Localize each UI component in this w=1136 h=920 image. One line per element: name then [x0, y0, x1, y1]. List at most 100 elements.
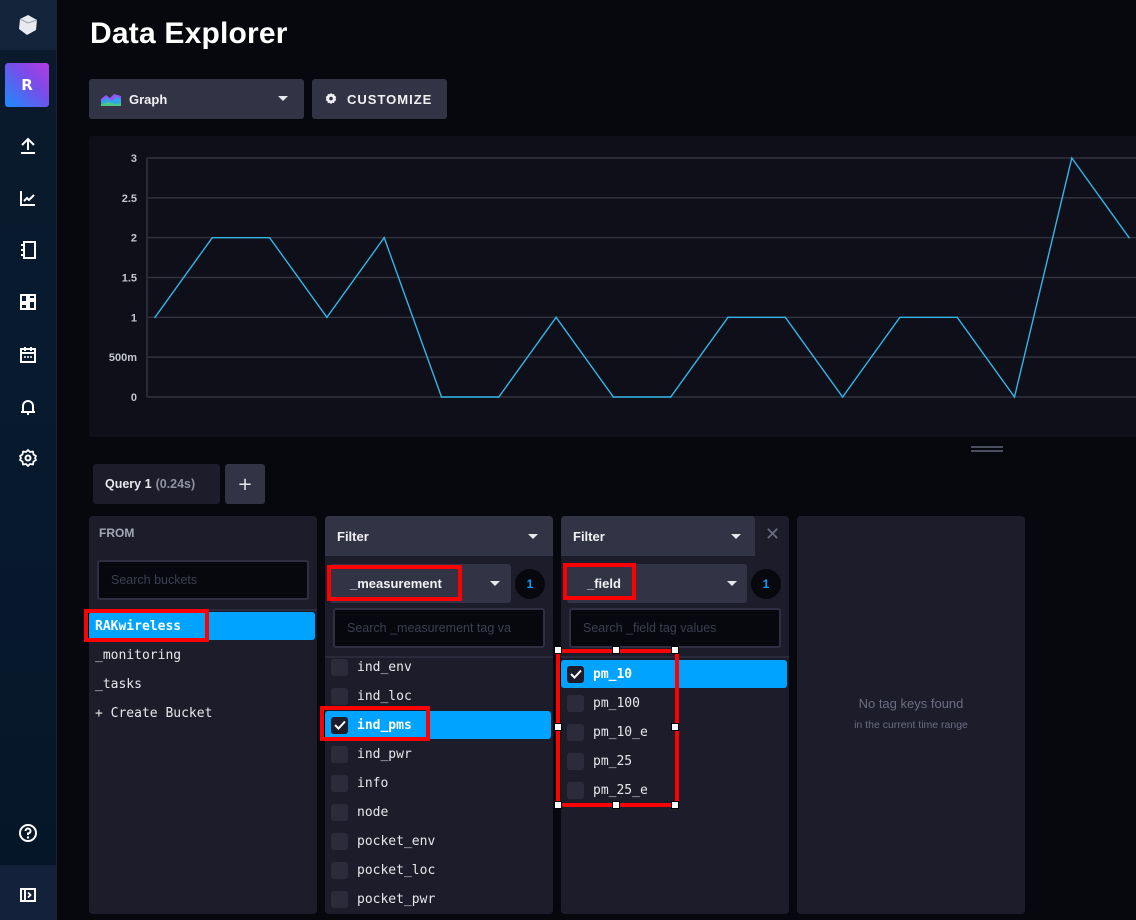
tag-key-dropdown[interactable]: _measurement: [330, 564, 511, 603]
sidebar-item-upload[interactable]: [14, 132, 42, 160]
data-point: [1013, 396, 1016, 398]
tag-value-label: pocket_env: [357, 833, 436, 849]
data-point: [956, 316, 958, 319]
data-point: [498, 396, 500, 398]
filter-function-dropdown[interactable]: Filter: [561, 516, 755, 556]
data-point: [899, 316, 901, 319]
checkbox[interactable]: [567, 752, 584, 770]
visualization-type-dropdown[interactable]: Graph: [89, 79, 304, 119]
tag-value-item[interactable]: pm_10: [561, 660, 787, 688]
bucket-label: + Create Bucket: [95, 705, 213, 721]
tag-value-item[interactable]: pocket_pwr: [325, 885, 551, 913]
sidebar-item-tasks[interactable]: [14, 341, 42, 369]
checkbox[interactable]: [567, 781, 584, 799]
selected-count-badge: 1: [515, 569, 545, 599]
tag-value-item[interactable]: info: [325, 769, 551, 797]
checkbox[interactable]: [567, 723, 584, 741]
y-tick-label: 2.5: [122, 193, 137, 205]
tag-value-label: info: [357, 775, 389, 791]
bucket-label: RAKwireless: [95, 618, 182, 634]
tag-value-label: pocket_loc: [357, 862, 436, 878]
tag-value-item[interactable]: ind_env: [325, 653, 551, 681]
chevron-down-icon: [731, 534, 741, 539]
query-tab-label: Query 1: [105, 477, 152, 491]
from-panel: FROM RAKwireless _monitoring _tasks + Creat…: [89, 516, 317, 914]
sidebar-item-notebooks[interactable]: [14, 236, 42, 264]
tag-key-label: _field: [587, 576, 621, 591]
tag-value-label: pm_10_e: [593, 724, 648, 740]
data-point: [727, 316, 729, 319]
checkbox[interactable]: [331, 687, 348, 705]
panel-resize-handle[interactable]: [971, 446, 1003, 452]
tag-value-item[interactable]: ind_pms: [325, 711, 551, 739]
help-button[interactable]: [14, 819, 42, 847]
tag-key-dropdown[interactable]: _field: [567, 564, 747, 603]
data-point: [211, 236, 214, 239]
query-tab[interactable]: Query 1 (0.24s): [93, 464, 220, 504]
divider: [89, 609, 317, 611]
tag-value-label: pocket_pwr: [357, 891, 436, 907]
tag-value-item[interactable]: pocket_loc: [325, 856, 551, 884]
tag-value-item[interactable]: pm_100: [561, 689, 787, 717]
org-avatar[interactable]: R: [5, 63, 49, 107]
chevron-down-icon: [278, 96, 288, 101]
bucket-item[interactable]: _monitoring: [89, 641, 315, 669]
graph-panel[interactable]: 0500m11.522.532024-08-08 14:30:002024-08…: [89, 136, 1136, 437]
chevron-down-icon: [727, 581, 737, 586]
tag-value-label: node: [357, 804, 389, 820]
tag-value-item[interactable]: pm_25: [561, 747, 787, 775]
bucket-label: _monitoring: [95, 647, 182, 663]
tag-value-item[interactable]: pm_25_e: [561, 776, 787, 804]
data-point: [669, 396, 672, 398]
data-point: [555, 316, 557, 319]
sidebar-item-settings[interactable]: [14, 444, 42, 472]
y-tick-label: 1: [131, 312, 137, 324]
sidebar-item-data-explorer[interactable]: [14, 184, 42, 212]
checkbox[interactable]: [331, 832, 348, 850]
graph-type-icon: [101, 94, 121, 106]
tag-value-label: ind_env: [357, 659, 412, 675]
tag-value-item[interactable]: pm_10_e: [561, 718, 787, 746]
gear-icon: [325, 93, 337, 105]
search-field-input[interactable]: [569, 608, 781, 648]
customize-button[interactable]: CUSTOMIZE: [312, 79, 447, 119]
gear-icon: [19, 449, 37, 467]
search-buckets-input[interactable]: [97, 560, 309, 600]
from-title: FROM: [99, 526, 135, 540]
y-tick-label: 2: [131, 233, 137, 245]
checkbox[interactable]: [331, 745, 348, 763]
tag-value-item[interactable]: ind_loc: [325, 682, 551, 710]
page-title: Data Explorer: [90, 17, 288, 50]
bucket-label: _tasks: [95, 676, 142, 692]
checkbox[interactable]: [331, 890, 348, 908]
checkbox-checked[interactable]: [567, 665, 584, 683]
line-chart[interactable]: 0500m11.522.532024-08-08 14:30:002024-08…: [89, 136, 1136, 437]
calendar-icon: [20, 347, 36, 363]
tag-value-item[interactable]: node: [325, 798, 551, 826]
checkbox[interactable]: [567, 694, 584, 712]
filter-function-dropdown[interactable]: Filter: [325, 516, 553, 556]
checkbox[interactable]: [331, 861, 348, 879]
checkbox[interactable]: [331, 658, 348, 676]
add-query-button[interactable]: +: [225, 464, 265, 504]
create-bucket-button[interactable]: + Create Bucket: [89, 699, 315, 727]
checkbox[interactable]: [331, 803, 348, 821]
tag-value-item[interactable]: pocket_env: [325, 827, 551, 855]
checkbox[interactable]: [331, 774, 348, 792]
bucket-item[interactable]: _tasks: [89, 670, 315, 698]
search-measurement-input[interactable]: [333, 608, 545, 648]
tag-value-label: ind_pwr: [357, 746, 412, 762]
bucket-item[interactable]: RAKwireless: [89, 612, 315, 640]
empty-tag-keys-panel: No tag keys found in the current time ra…: [797, 516, 1025, 914]
tag-value-label: pm_100: [593, 695, 640, 711]
tag-value-item[interactable]: ind_pwr: [325, 740, 551, 768]
sidebar-item-alerts[interactable]: [14, 393, 42, 421]
close-icon[interactable]: ✕: [765, 524, 780, 545]
data-point: [383, 236, 386, 239]
checkbox-checked[interactable]: [331, 716, 348, 734]
filter-panel-measurement: Filter _measurement 1 ind_env ind_loc ind_…: [325, 516, 553, 914]
sidebar-item-dashboards[interactable]: [14, 288, 42, 316]
expand-sidebar-button[interactable]: [14, 881, 42, 909]
tag-value-label: pm_10: [593, 666, 633, 682]
influxdb-logo-icon[interactable]: [0, 0, 56, 50]
